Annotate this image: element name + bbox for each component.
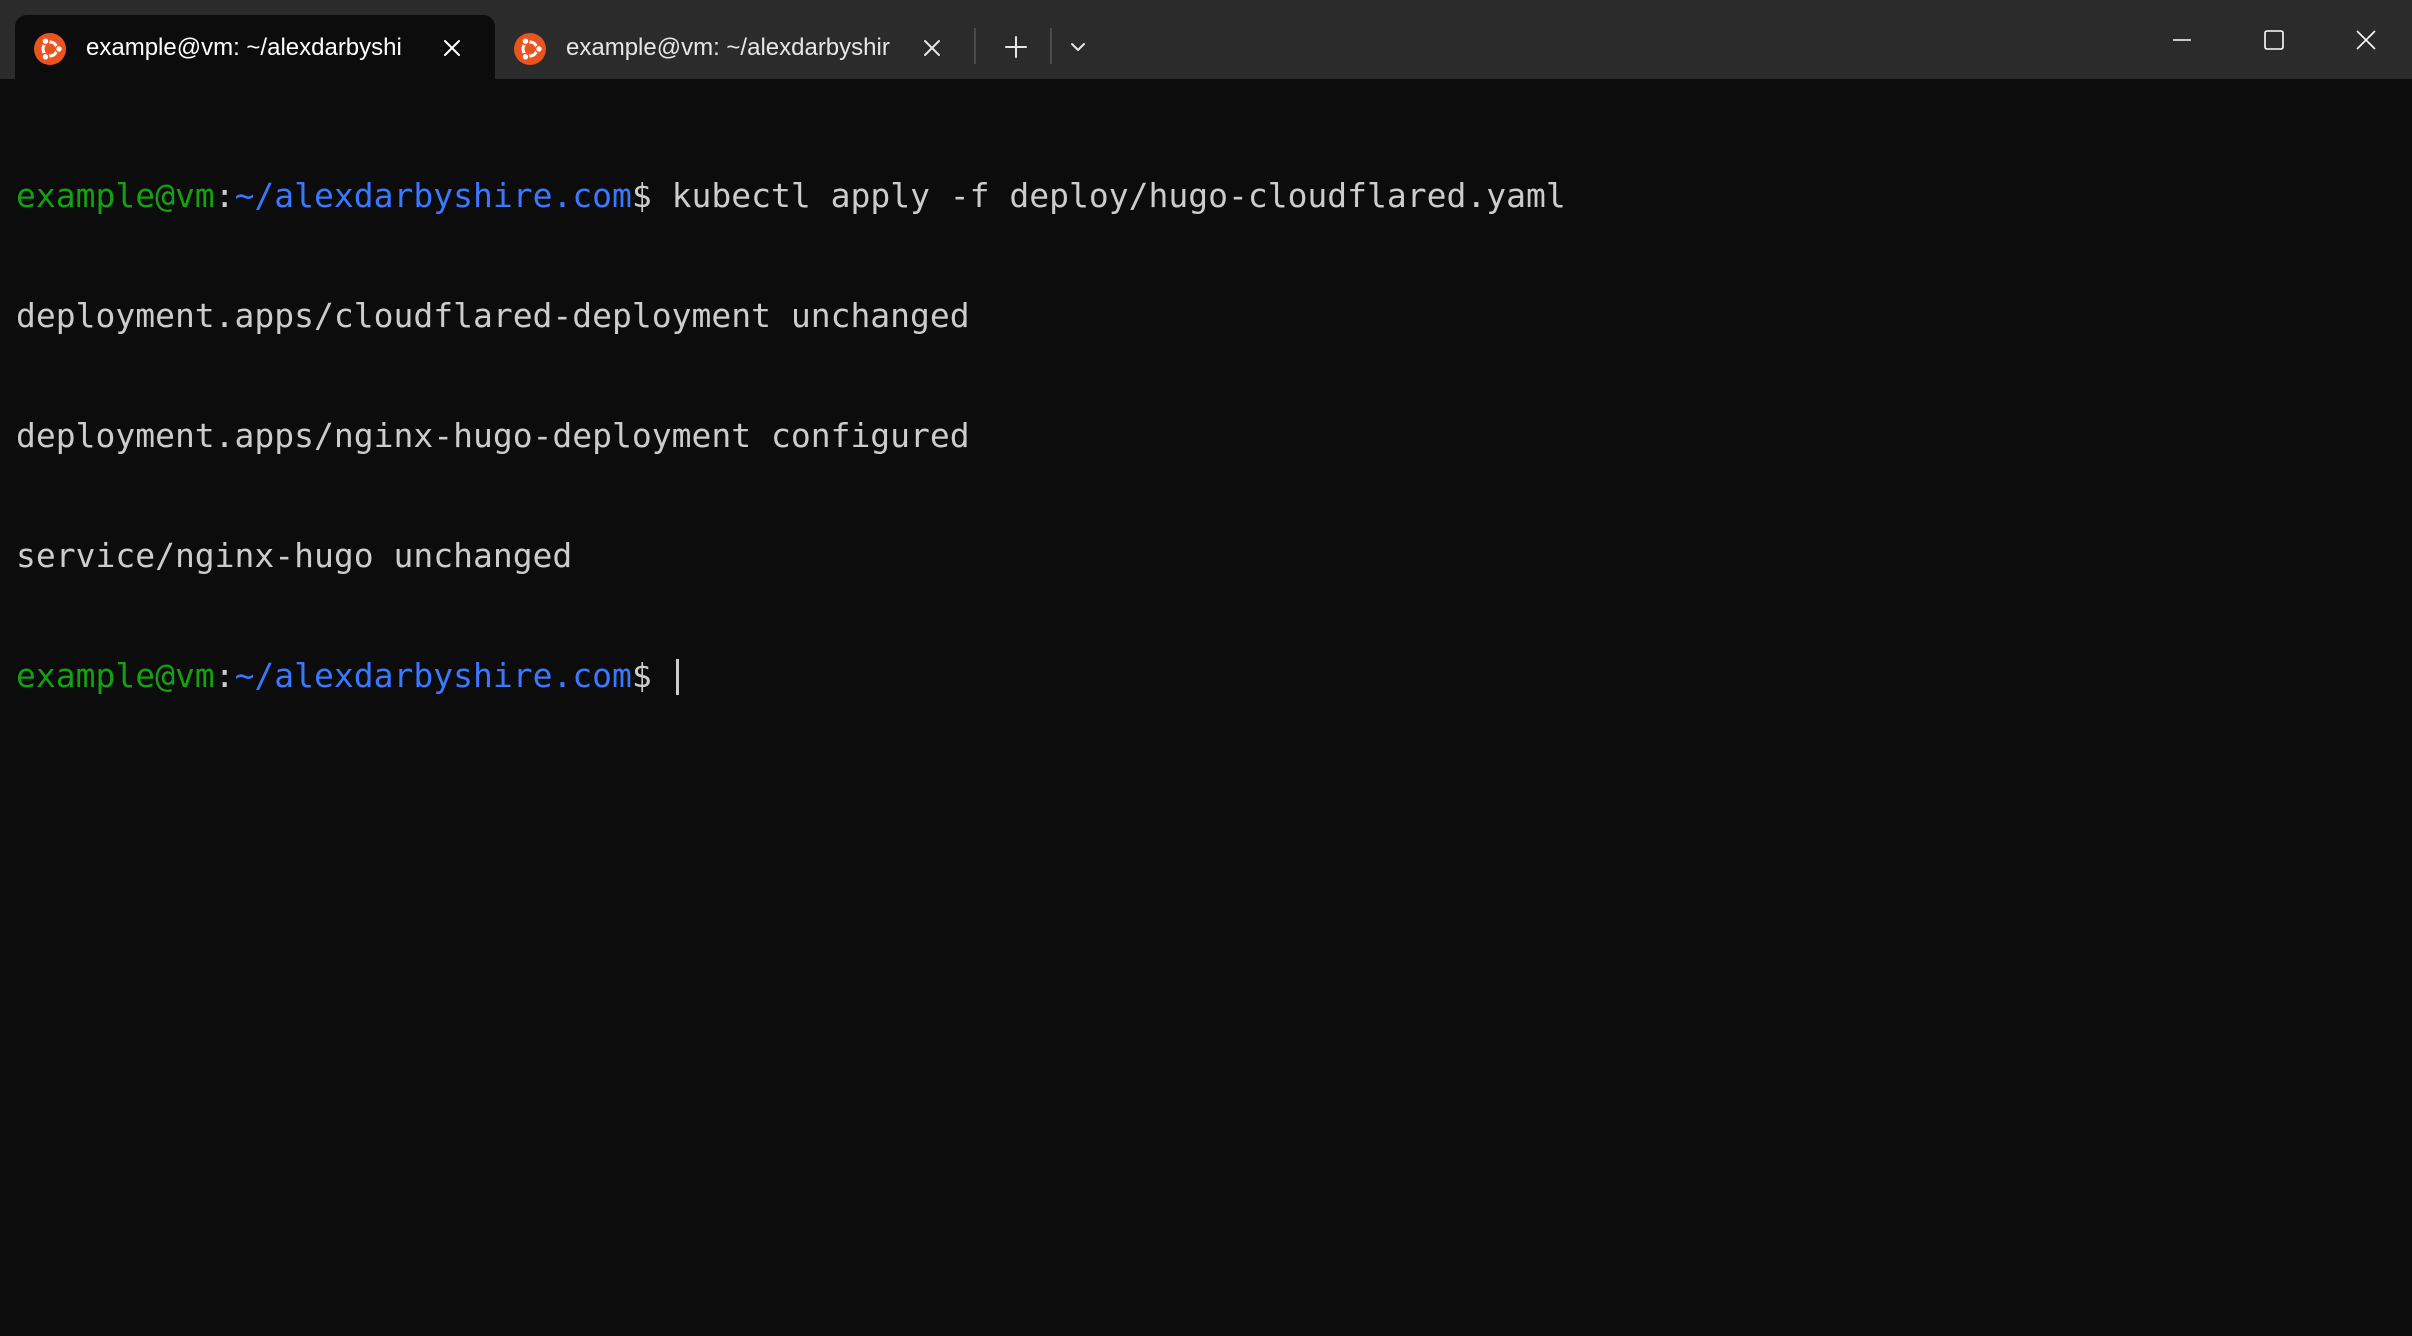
tab-title: example@vm: ~/alexdarbyshir (566, 34, 890, 61)
prompt-user: example@vm (16, 176, 215, 215)
close-tab-button[interactable] (435, 31, 469, 65)
maximize-button[interactable] (2228, 0, 2320, 79)
ubuntu-icon (514, 33, 546, 65)
tab-divider (974, 28, 976, 64)
output-line: deployment.apps/nginx-hugo-deployment co… (16, 416, 970, 455)
close-icon (924, 40, 940, 56)
prompt-dollar: $ (631, 656, 652, 695)
tab-dropdown-button[interactable] (1059, 28, 1097, 66)
command-line: example@vm:~/alexdarbyshire.com$ kubectl… (16, 176, 2396, 216)
close-icon (2356, 29, 2376, 50)
prompt-path: ~/alexdarbyshire.com (234, 176, 632, 215)
output-line: service/nginx-hugo unchanged (16, 536, 573, 575)
command-text: kubectl apply -f deploy/hugo-cloudflared… (651, 176, 1566, 215)
close-window-button[interactable] (2320, 0, 2412, 79)
plus-icon (1005, 36, 1027, 58)
ubuntu-icon (34, 33, 66, 65)
close-icon (444, 40, 460, 56)
terminal-output[interactable]: example@vm:~/alexdarbyshire.com$ kubectl… (16, 96, 2396, 1316)
tab-divider (1050, 28, 1052, 64)
maximize-icon (2264, 29, 2284, 50)
tab-title: example@vm: ~/alexdarbyshi (86, 34, 402, 61)
terminal-window: example@vm: ~/alexdarbyshi example@vm: ~… (0, 0, 2412, 1336)
minimize-button[interactable] (2136, 0, 2228, 79)
new-tab-button[interactable] (997, 28, 1035, 66)
output-line: deployment.apps/cloudflared-deployment u… (16, 296, 970, 335)
text-cursor (675, 659, 679, 695)
prompt-colon: : (214, 656, 235, 695)
prompt-dollar: $ (631, 176, 652, 215)
prompt-path: ~/alexdarbyshire.com (234, 656, 632, 695)
input-line[interactable]: example@vm:~/alexdarbyshire.com$ (16, 656, 2396, 696)
current-input[interactable] (652, 656, 672, 695)
tab-1[interactable]: example@vm: ~/alexdarbyshi (15, 15, 495, 79)
prompt-colon: : (214, 176, 235, 215)
prompt-user: example@vm (16, 656, 215, 695)
tab-2[interactable]: example@vm: ~/alexdarbyshir (495, 15, 975, 79)
minimize-icon (2173, 38, 2191, 41)
chevron-down-icon (1071, 43, 1085, 51)
close-tab-button[interactable] (915, 31, 949, 65)
title-bar[interactable]: example@vm: ~/alexdarbyshi example@vm: ~… (0, 0, 2412, 79)
